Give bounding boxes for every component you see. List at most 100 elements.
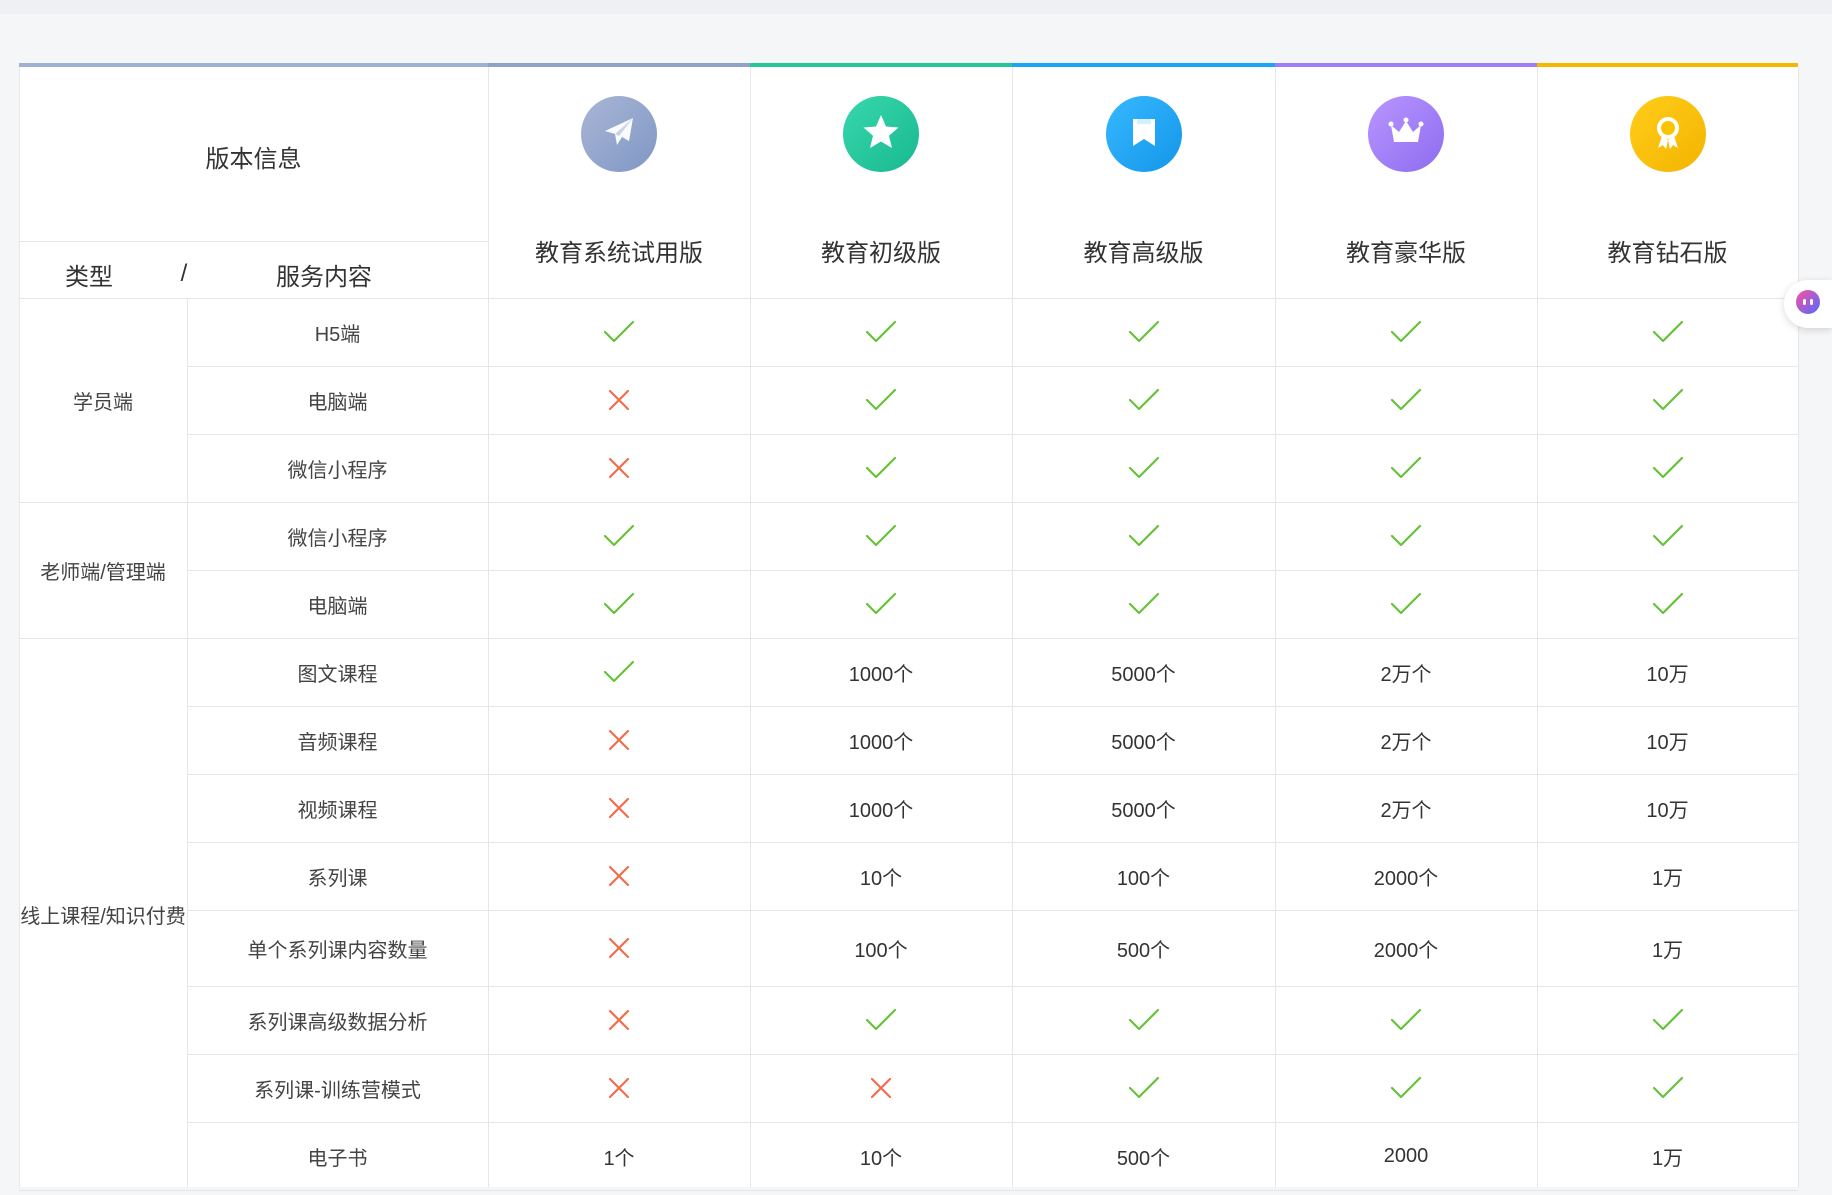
- cross-icon: [750, 1054, 1012, 1122]
- service-label: 系列课-训练营模式: [254, 1079, 421, 1102]
- service-label: 电脑端: [307, 391, 368, 414]
- check-icon: [1537, 570, 1798, 638]
- check-icon: [1537, 502, 1798, 570]
- service-label: 电脑端: [307, 595, 368, 618]
- feature-value: 1万: [1651, 867, 1684, 890]
- feature-value: 10万: [1646, 731, 1689, 754]
- check-icon: [1275, 986, 1537, 1054]
- paper-plane-icon: [599, 112, 639, 157]
- feature-value: 500个: [1116, 1147, 1171, 1170]
- check-icon: [1275, 1054, 1537, 1122]
- feature-value: 1000个: [848, 663, 914, 686]
- category-label: 线上课程/知识付费: [20, 905, 186, 928]
- check-icon: [488, 570, 750, 638]
- feature-value: 2万个: [1380, 731, 1432, 754]
- check-icon: [750, 570, 1012, 638]
- plan-icon: [1105, 96, 1182, 172]
- assistant-bubble-icon: [1795, 289, 1821, 320]
- header-separator: /: [180, 260, 188, 287]
- feature-value: 10万: [1646, 799, 1689, 822]
- cross-icon: [488, 366, 750, 434]
- service-label: 单个系列课内容数量: [247, 939, 428, 962]
- feature-value: 100个: [854, 939, 908, 962]
- feature-value: 1000个: [848, 731, 914, 754]
- plan-name: 教育系统试用版: [535, 239, 703, 267]
- check-icon: [750, 986, 1012, 1054]
- plan-color-strip: [488, 63, 750, 67]
- plan-name: 教育高级版: [1083, 239, 1204, 267]
- feature-value: 2000: [1383, 1144, 1429, 1167]
- feature-value: 5000个: [1111, 731, 1176, 754]
- version-info-header: 版本信息: [205, 145, 302, 173]
- check-icon: [1012, 502, 1275, 570]
- cross-icon: [488, 774, 750, 842]
- plan-color-strip: [1537, 63, 1798, 67]
- plan-color-strip: [750, 63, 1012, 67]
- top-bar: [0, 0, 1832, 14]
- check-icon: [1275, 434, 1537, 502]
- feature-value: 2000个: [1373, 939, 1439, 962]
- plan-icon: [1629, 96, 1706, 172]
- check-icon: [750, 298, 1012, 366]
- plan-icon: [581, 96, 657, 172]
- check-icon: [1012, 366, 1275, 434]
- plan-name: 教育初级版: [821, 239, 941, 267]
- header-color-strip: [19, 63, 488, 67]
- cross-icon: [488, 986, 750, 1054]
- grid-line: [19, 241, 488, 242]
- feature-value: 100个: [1116, 867, 1171, 890]
- check-icon: [1275, 366, 1537, 434]
- plan-name: 教育豪华版: [1346, 239, 1466, 267]
- star-icon: [860, 111, 902, 158]
- category-label: 学员端: [73, 391, 133, 414]
- category-label: 老师端/管理端: [40, 561, 166, 584]
- check-icon: [1537, 298, 1798, 366]
- cross-icon: [488, 706, 750, 774]
- feature-value: 2000个: [1373, 867, 1439, 890]
- type-header: 类型: [65, 263, 113, 291]
- bookmark-icon: [1124, 112, 1164, 157]
- floating-assistant-button[interactable]: [1784, 280, 1832, 328]
- plan-icon: [843, 96, 919, 172]
- service-header: 服务内容: [276, 263, 372, 291]
- feature-value: 1000个: [848, 799, 914, 822]
- service-label: 系列课高级数据分析: [247, 1011, 428, 1034]
- check-icon: [1012, 1054, 1275, 1122]
- check-icon: [1012, 570, 1275, 638]
- grid-line: [19, 1190, 1798, 1191]
- feature-value: 5000个: [1111, 663, 1176, 686]
- crown-icon: [1385, 111, 1427, 158]
- check-icon: [750, 502, 1012, 570]
- medal-icon: [1647, 111, 1689, 158]
- feature-value: 1万: [1651, 1147, 1684, 1170]
- grid-line: [1798, 67, 1799, 1187]
- check-icon: [1537, 434, 1798, 502]
- check-icon: [1012, 986, 1275, 1054]
- plan-name: 教育钻石版: [1607, 239, 1728, 267]
- feature-value: 500个: [1116, 939, 1171, 962]
- check-icon: [1537, 366, 1798, 434]
- service-label: 电子书: [307, 1147, 368, 1170]
- check-icon: [750, 434, 1012, 502]
- check-icon: [750, 366, 1012, 434]
- service-label: 微信小程序: [287, 459, 388, 482]
- plan-color-strip: [1012, 63, 1275, 67]
- feature-value: 10个: [859, 867, 903, 890]
- feature-value: 1万: [1651, 939, 1684, 962]
- cross-icon: [488, 1054, 750, 1122]
- check-icon: [488, 502, 750, 570]
- feature-value: 10个: [859, 1147, 903, 1170]
- feature-value: 5000个: [1111, 799, 1176, 822]
- plan-color-strip: [1275, 63, 1537, 67]
- check-icon: [488, 298, 750, 366]
- check-icon: [1012, 434, 1275, 502]
- plan-icon: [1368, 96, 1444, 172]
- cross-icon: [488, 434, 750, 502]
- feature-value: 10万: [1646, 663, 1689, 686]
- feature-value: 2万个: [1380, 799, 1432, 822]
- service-label: 系列课: [307, 867, 368, 890]
- service-label: 视频课程: [297, 799, 378, 822]
- service-label: H5端: [314, 323, 361, 346]
- service-label: 音频课程: [297, 731, 378, 754]
- check-icon: [1012, 298, 1275, 366]
